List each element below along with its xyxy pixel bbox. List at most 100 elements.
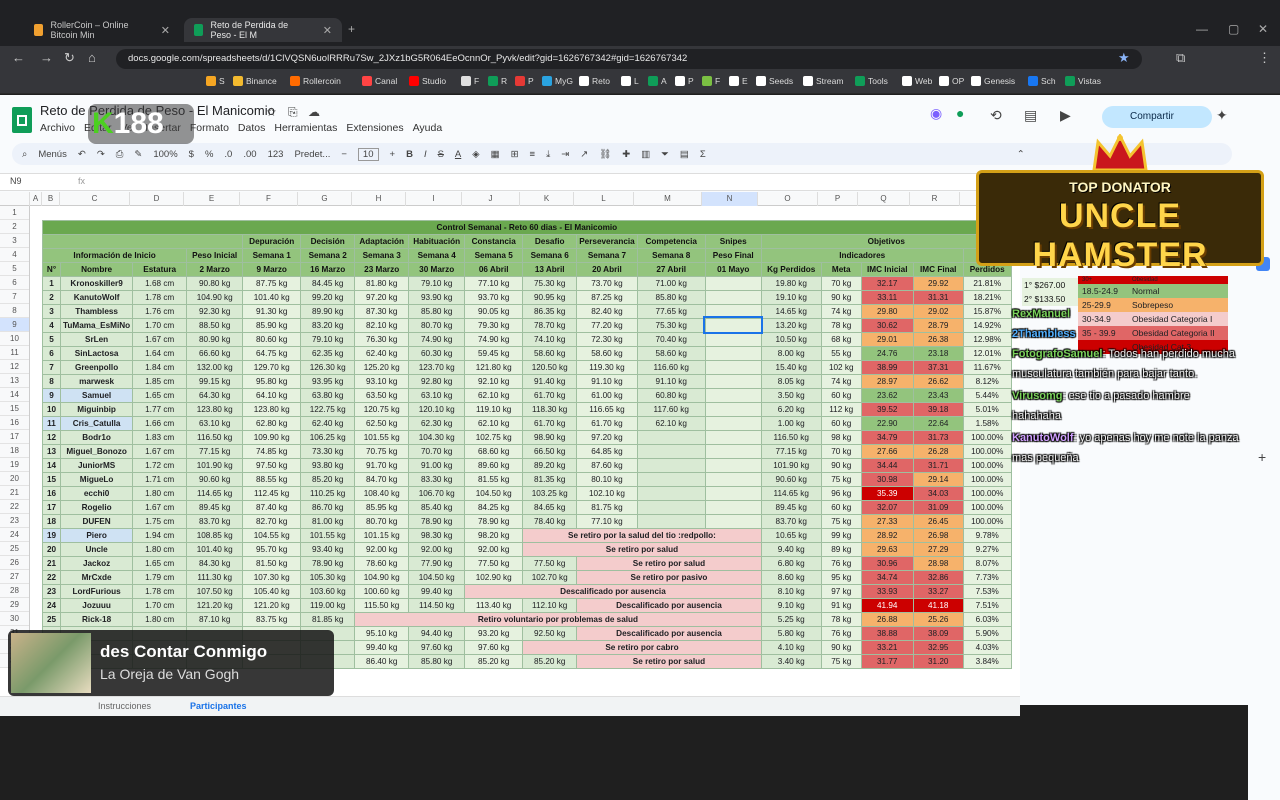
share-button[interactable]: Compartir: [1102, 106, 1212, 128]
bookmark-item[interactable]: P: [675, 76, 694, 86]
weight-cell[interactable]: 77.20 kg: [576, 317, 638, 333]
weight-cell[interactable]: 105.40 kg: [242, 583, 302, 599]
weight-cell[interactable]: 100.60 kg: [354, 583, 410, 599]
weight-cell[interactable]: 103.60 kg: [300, 583, 356, 599]
participant-number[interactable]: 15: [42, 471, 61, 487]
text-wrap-icon[interactable]: ⇥: [561, 149, 569, 160]
weight-cell[interactable]: 62.50 kg: [354, 415, 410, 431]
row-header[interactable]: 22: [0, 500, 29, 514]
bmi-final[interactable]: 26.45: [912, 513, 964, 529]
header-week[interactable]: Semana 2: [300, 247, 356, 263]
percent-lost[interactable]: 12.98%: [962, 331, 1012, 347]
weight-cell[interactable]: 87.75 kg: [242, 275, 302, 291]
weight-cell[interactable]: [704, 429, 762, 445]
participant-number[interactable]: 11: [42, 415, 61, 431]
row-header[interactable]: 11: [0, 346, 29, 360]
sheets-logo-icon[interactable]: [12, 107, 32, 133]
weight-cell[interactable]: 74.10 kg: [522, 331, 578, 347]
withdrawal-note[interactable]: Descalificado por ausencia: [576, 597, 762, 613]
percent-lost[interactable]: 5.01%: [962, 401, 1012, 417]
weight-cell[interactable]: 105.30 kg: [300, 569, 356, 585]
weight-cell[interactable]: 75.30 kg: [636, 317, 706, 333]
row-header[interactable]: 26: [0, 556, 29, 570]
row-header[interactable]: 3: [0, 234, 29, 248]
forward-icon[interactable]: →: [40, 50, 53, 65]
bookmark-item[interactable]: E: [729, 76, 748, 86]
weight-cell[interactable]: 114.50 kg: [408, 597, 466, 613]
weight-cell[interactable]: 84.65 kg: [522, 499, 578, 515]
weight-cell[interactable]: 115.50 kg: [354, 597, 410, 613]
header-phase[interactable]: Perseverancia: [576, 233, 638, 249]
bookmark-item[interactable]: A: [648, 76, 667, 86]
header-col[interactable]: Kg Perdidos: [760, 261, 822, 277]
weight-cell[interactable]: 121.80 kg: [464, 359, 524, 375]
weight-cell[interactable]: 61.70 kg: [576, 415, 638, 431]
percent-lost[interactable]: 7.53%: [962, 583, 1012, 599]
weight-cell[interactable]: 82.10 kg: [354, 317, 410, 333]
weight-cell[interactable]: 97.60 kg: [408, 639, 466, 655]
header-week[interactable]: Semana 3: [354, 247, 410, 263]
percent-lost[interactable]: 5.44%: [962, 387, 1012, 403]
percent-lost[interactable]: 12.01%: [962, 345, 1012, 361]
user-presence-icon[interactable]: ●: [956, 105, 964, 121]
bmi-initial[interactable]: 33.11: [860, 289, 914, 305]
goal-weight[interactable]: 76 kg: [820, 625, 862, 641]
gemini-spark-icon[interactable]: ✦: [1216, 107, 1228, 124]
weight-cell[interactable]: 92.00 kg: [354, 541, 410, 557]
weight-cell[interactable]: 114.65 kg: [186, 485, 244, 501]
weight-cell[interactable]: [636, 443, 706, 459]
column-header[interactable]: C: [60, 192, 130, 206]
weight-cell[interactable]: 79.10 kg: [300, 331, 356, 347]
zoom-select[interactable]: 100%: [153, 149, 177, 160]
participant-name[interactable]: Rogelio: [59, 499, 134, 515]
weight-cell[interactable]: 72.30 kg: [576, 331, 638, 347]
participant-name[interactable]: SinLactosa: [59, 345, 134, 361]
percent-lost[interactable]: 6.03%: [962, 611, 1012, 627]
withdrawal-note[interactable]: Retiro voluntario por problemas de salud: [354, 611, 762, 627]
weight-cell[interactable]: 64.10 kg: [242, 387, 302, 403]
weight-cell[interactable]: 120.10 kg: [408, 401, 466, 417]
name-box[interactable]: N9: [10, 176, 22, 186]
header-col[interactable]: Estatura: [132, 261, 188, 277]
bmi-initial[interactable]: 33.21: [860, 639, 914, 655]
weight-cell[interactable]: 79.10 kg: [408, 275, 466, 291]
row-header[interactable]: 30: [0, 612, 29, 626]
sheet-tab-participantes[interactable]: Participantes: [190, 701, 247, 711]
row-header[interactable]: 27: [0, 570, 29, 584]
weight-cell[interactable]: 95.80 kg: [242, 373, 302, 389]
row-header[interactable]: 21: [0, 486, 29, 500]
bmi-final[interactable]: 29.02: [912, 303, 964, 319]
weight-cell[interactable]: 106.25 kg: [300, 429, 356, 445]
header-col[interactable]: 2 Marzo: [186, 261, 244, 277]
percent-lost[interactable]: 100.00%: [962, 485, 1012, 501]
weight-cell[interactable]: 70.70 kg: [408, 443, 466, 459]
bmi-initial[interactable]: 32.17: [860, 275, 914, 291]
bmi-final[interactable]: 32.95: [912, 639, 964, 655]
redo-icon[interactable]: ↷: [97, 149, 105, 160]
row-header[interactable]: 25: [0, 542, 29, 556]
weight-cell[interactable]: 87.25 kg: [576, 289, 638, 305]
participant-name[interactable]: LordFurious: [59, 583, 134, 599]
weight-cell[interactable]: [704, 401, 762, 417]
text-rotate-icon[interactable]: ↗: [580, 149, 588, 160]
bmi-final[interactable]: 31.09: [912, 499, 964, 515]
row-header[interactable]: 5: [0, 262, 29, 276]
weight-cell[interactable]: 79.30 kg: [464, 317, 524, 333]
search-icon[interactable]: ⌕: [22, 149, 27, 160]
participant-number[interactable]: 20: [42, 541, 61, 557]
bmi-initial[interactable]: 34.74: [860, 569, 914, 585]
column-header[interactable]: L: [574, 192, 634, 206]
weight-cell[interactable]: 117.60 kg: [636, 401, 706, 417]
menus-search[interactable]: Menús: [38, 149, 67, 160]
weight-cell[interactable]: 81.50 kg: [242, 555, 302, 571]
weight-cell[interactable]: 102.70 kg: [522, 569, 578, 585]
weight-cell[interactable]: 91.40 kg: [522, 373, 578, 389]
weight-cell[interactable]: [636, 471, 706, 487]
weight-cell[interactable]: 85.95 kg: [354, 499, 410, 515]
weight-cell[interactable]: 75.30 kg: [522, 275, 578, 291]
bmi-final[interactable]: 34.03: [912, 485, 964, 501]
participant-height[interactable]: 1.64 cm: [132, 345, 188, 361]
weight-cell[interactable]: 63.10 kg: [186, 415, 244, 431]
header-phase[interactable]: Adaptación: [354, 233, 410, 249]
header-objetivos[interactable]: Objetivos: [760, 233, 1012, 249]
